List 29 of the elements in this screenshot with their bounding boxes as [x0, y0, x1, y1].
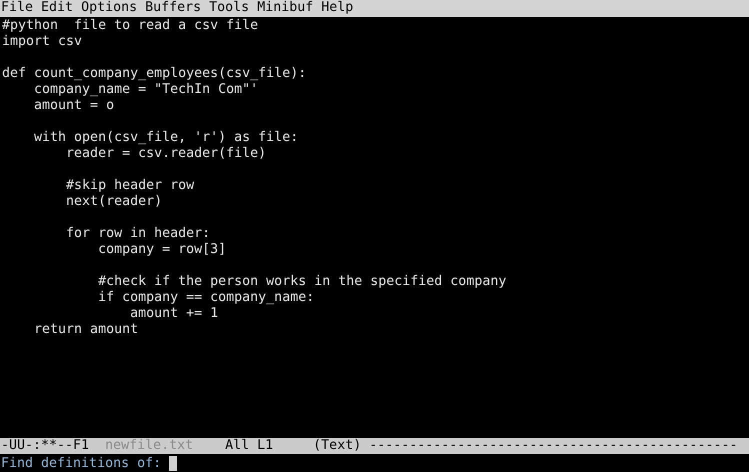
- menu-item[interactable]: Buffers: [145, 0, 202, 17]
- code-line: #check if the person works in the specified company: [97, 274, 506, 290]
- code-line: #python file to read a csv file: [2, 18, 258, 34]
- mode-line-status: -UU-:**--F1: [1, 438, 90, 454]
- code-line: reader = csv.reader(file): [65, 146, 266, 162]
- major-mode: (Text): [313, 438, 362, 454]
- menu-item[interactable]: Options: [81, 0, 138, 17]
- menu-item[interactable]: Minibuf: [257, 0, 314, 17]
- buffer-name: newfile.txt: [105, 438, 194, 454]
- code-line: amount = o: [33, 98, 114, 114]
- mode-line-dashes: ----------------------------------------------: [369, 438, 738, 454]
- menu-item[interactable]: Edit: [41, 0, 74, 17]
- code-line: company_name = "TechIn Com"': [33, 82, 258, 98]
- menu-item[interactable]: File: [1, 0, 34, 17]
- code-line: return amount: [33, 322, 138, 338]
- code-line: amount += 1: [129, 306, 218, 322]
- line-position: All L1: [225, 438, 274, 454]
- minibuffer-prompt: Find definitions of:: [1, 456, 162, 472]
- menu-item[interactable]: Tools: [209, 0, 250, 17]
- code-line: next(reader): [65, 194, 162, 210]
- code-line: with open(csv_file, 'r') as file:: [33, 130, 298, 146]
- code-line: if company == company_name:: [97, 290, 314, 306]
- code-line: #skip header row: [65, 178, 194, 194]
- text-cursor: [169, 456, 178, 471]
- code-line: import csv: [2, 34, 82, 50]
- menu-item[interactable]: Help: [321, 0, 354, 17]
- code-line: company = row[3]: [97, 242, 226, 258]
- code-line: for row in header:: [65, 226, 210, 242]
- code-line: def count_company_employees(csv_file):: [2, 66, 306, 82]
